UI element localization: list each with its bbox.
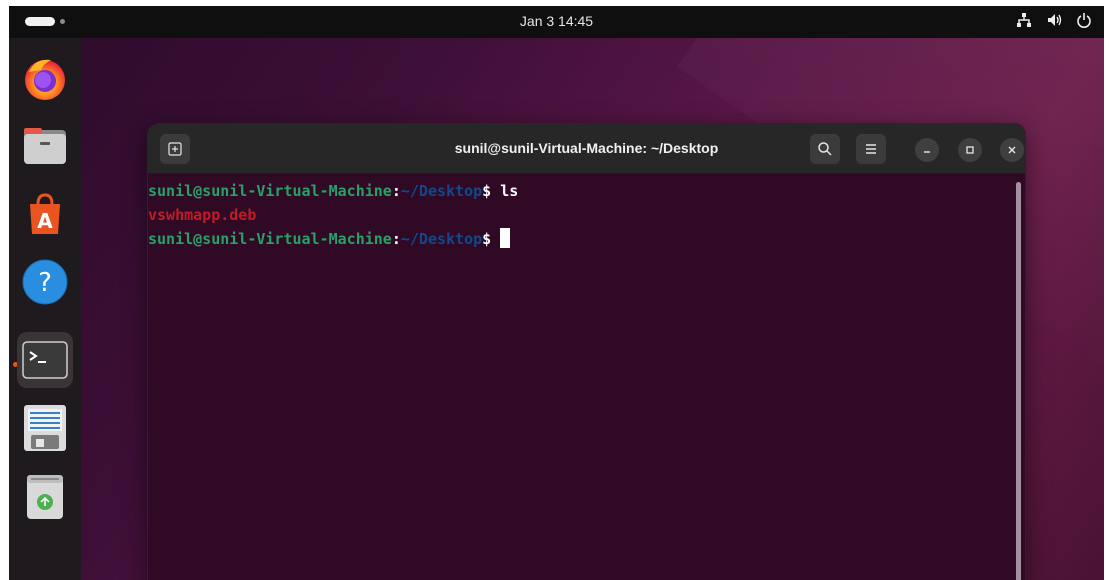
prompt-symbol: $ [482, 182, 501, 200]
terminal-window[interactable]: sunil@sunil-Virtual-Machine: ~/Desktop s… [147, 123, 1026, 580]
dock-item-text-editor[interactable] [17, 400, 73, 456]
close-button[interactable] [1000, 138, 1024, 162]
terminal-title: sunil@sunil-Virtual-Machine: ~/Desktop [454, 140, 719, 156]
dock-item-trash[interactable] [17, 468, 73, 524]
prompt-user: sunil@sunil-Virtual-Machine [148, 182, 392, 200]
maximize-icon [966, 146, 974, 154]
terminal-scrollbar[interactable] [1016, 182, 1021, 580]
dock-item-terminal[interactable] [17, 332, 73, 388]
text-editor-icon [24, 405, 66, 451]
prompt-symbol: $ [482, 230, 501, 248]
prompt-separator: : [391, 182, 401, 200]
search-icon [818, 142, 832, 156]
close-icon [1008, 146, 1016, 154]
help-icon: ? [22, 259, 68, 305]
desktop: Jan 3 14:45 A ? sunil@sunil-Virtual-Mach… [9, 6, 1104, 580]
dock-item-app-center[interactable]: A [17, 186, 73, 242]
terminal-line-output: vswhmapp.deb [148, 203, 1025, 227]
minimize-icon [924, 151, 930, 153]
clock[interactable]: Jan 3 14:45 [9, 13, 1104, 29]
svg-text:?: ? [38, 268, 52, 298]
maximize-button[interactable] [958, 138, 982, 162]
command-text: ls [500, 182, 519, 200]
system-tray[interactable] [1016, 12, 1092, 28]
prompt-path: ~/Desktop [400, 182, 483, 200]
output-file-name: vswhmapp.deb [148, 206, 257, 224]
prompt-path: ~/Desktop [400, 230, 483, 248]
trash-icon [27, 475, 63, 519]
app-center-icon: A [30, 193, 60, 234]
terminal-line-prompt: sunil@sunil-Virtual-Machine:~/Desktop$ [148, 227, 1025, 251]
dock-item-firefox[interactable] [17, 50, 73, 106]
search-button[interactable] [810, 134, 840, 164]
dock: A ? [9, 38, 81, 580]
terminal-icon [22, 341, 68, 379]
text-cursor [500, 228, 511, 248]
terminal-line-prompt: sunil@sunil-Virtual-Machine:~/Desktop$ l… [148, 179, 1025, 203]
terminal-output[interactable]: sunil@sunil-Virtual-Machine:~/Desktop$ l… [148, 174, 1025, 580]
dock-item-help[interactable]: ? [17, 254, 73, 310]
files-icon [24, 128, 66, 164]
menu-button[interactable] [856, 134, 886, 164]
prompt-separator: : [391, 230, 401, 248]
network-icon[interactable] [1016, 12, 1032, 28]
minimize-button[interactable] [915, 138, 939, 162]
prompt-user: sunil@sunil-Virtual-Machine [148, 230, 392, 248]
volume-icon[interactable] [1046, 12, 1062, 28]
firefox-icon [25, 59, 65, 100]
dock-item-files[interactable] [17, 118, 73, 174]
hamburger-menu-icon [866, 144, 876, 154]
svg-text:A: A [37, 209, 53, 233]
terminal-titlebar[interactable]: sunil@sunil-Virtual-Machine: ~/Desktop [148, 124, 1025, 174]
top-bar: Jan 3 14:45 [9, 6, 1104, 38]
power-icon[interactable] [1076, 12, 1092, 28]
